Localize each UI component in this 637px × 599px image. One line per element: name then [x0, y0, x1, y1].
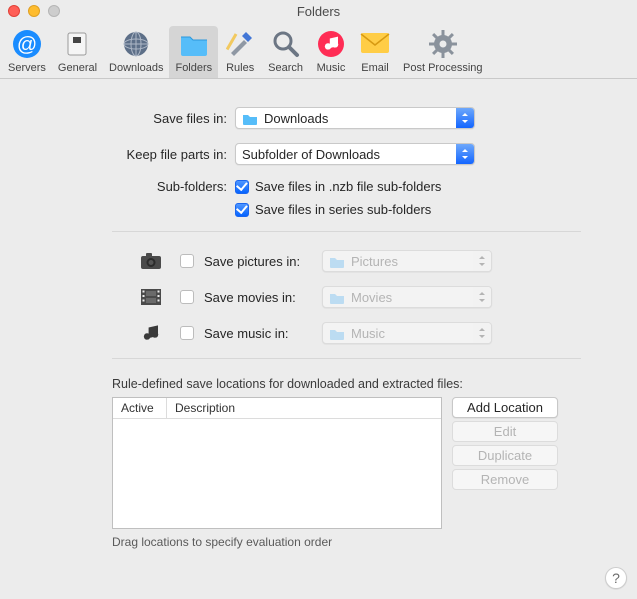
titlebar: Folders	[0, 0, 637, 22]
save-movies-checkbox[interactable]	[180, 290, 194, 304]
save-files-label: Save files in:	[0, 111, 235, 126]
series-subfolders-checkbox[interactable]	[235, 203, 249, 217]
keep-parts-value: Subfolder of Downloads	[242, 147, 456, 162]
svg-text:@: @	[17, 34, 37, 56]
camera-icon	[140, 252, 162, 270]
movies-value: Movies	[351, 290, 473, 305]
save-music-label: Save music in:	[204, 326, 322, 341]
at-sign-icon: @	[11, 28, 43, 60]
music-popup: Music	[322, 322, 492, 344]
toolbar: @ Servers General Downloads Folders Rule…	[0, 22, 637, 79]
folder-icon	[329, 327, 345, 340]
nzb-subfolders-checkbox[interactable]	[235, 180, 249, 194]
duplicate-button: Duplicate	[452, 445, 558, 466]
gear-icon	[427, 28, 459, 60]
toolbar-item-servers[interactable]: @ Servers	[2, 26, 52, 78]
col-description[interactable]: Description	[167, 398, 441, 418]
folder-icon	[329, 255, 345, 268]
search-icon	[270, 28, 302, 60]
rules-table[interactable]: Active Description	[112, 397, 442, 529]
save-files-value: Downloads	[264, 111, 456, 126]
globe-icon	[120, 28, 152, 60]
col-active[interactable]: Active	[113, 398, 167, 418]
movies-popup: Movies	[322, 286, 492, 308]
toolbar-item-music[interactable]: Music	[309, 26, 353, 78]
content-pane: Save files in: Downloads Keep file parts…	[0, 79, 637, 549]
save-music-checkbox[interactable]	[180, 326, 194, 340]
toolbar-item-email[interactable]: Email	[353, 26, 397, 78]
window-title: Folders	[0, 4, 637, 19]
music-note-icon	[140, 323, 162, 343]
sub-folders-label: Sub-folders:	[0, 179, 235, 194]
switch-icon	[61, 28, 93, 60]
toolbar-item-folders[interactable]: Folders	[169, 26, 218, 78]
save-pictures-label: Save pictures in:	[204, 254, 322, 269]
chevron-updown-icon	[456, 108, 474, 128]
toolbar-item-search[interactable]: Search	[262, 26, 309, 78]
chevron-updown-icon	[473, 251, 491, 271]
keep-parts-popup[interactable]: Subfolder of Downloads	[235, 143, 475, 165]
save-movies-label: Save movies in:	[204, 290, 322, 305]
tools-icon	[224, 28, 256, 60]
pictures-value: Pictures	[351, 254, 473, 269]
music-value: Music	[351, 326, 473, 341]
nzb-subfolders-label: Save files in .nzb file sub-folders	[255, 179, 441, 194]
keep-parts-label: Keep file parts in:	[0, 147, 235, 162]
separator	[112, 358, 581, 359]
rules-hint: Drag locations to specify evaluation ord…	[112, 535, 609, 549]
help-button[interactable]: ?	[605, 567, 627, 589]
rules-caption: Rule-defined save locations for download…	[112, 377, 609, 391]
mail-icon	[359, 28, 391, 60]
folder-icon	[242, 112, 258, 125]
separator	[112, 231, 581, 232]
chevron-updown-icon	[456, 144, 474, 164]
save-files-popup[interactable]: Downloads	[235, 107, 475, 129]
folder-icon	[178, 28, 210, 60]
folder-icon	[329, 291, 345, 304]
add-location-button[interactable]: Add Location	[452, 397, 558, 418]
toolbar-item-post-processing[interactable]: Post Processing	[397, 26, 488, 78]
toolbar-item-rules[interactable]: Rules	[218, 26, 262, 78]
chevron-updown-icon	[473, 323, 491, 343]
chevron-updown-icon	[473, 287, 491, 307]
series-subfolders-label: Save files in series sub-folders	[255, 202, 431, 217]
edit-button: Edit	[452, 421, 558, 442]
toolbar-item-general[interactable]: General	[52, 26, 103, 78]
toolbar-item-downloads[interactable]: Downloads	[103, 26, 169, 78]
film-icon	[140, 288, 162, 306]
music-app-icon	[315, 28, 347, 60]
remove-button: Remove	[452, 469, 558, 490]
save-pictures-checkbox[interactable]	[180, 254, 194, 268]
pictures-popup: Pictures	[322, 250, 492, 272]
